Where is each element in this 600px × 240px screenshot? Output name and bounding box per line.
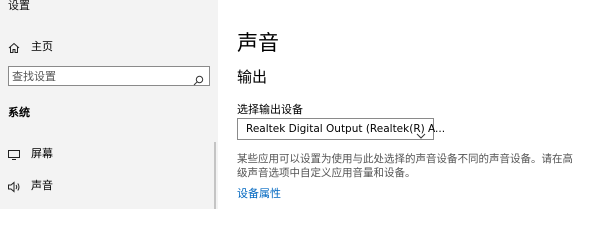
speaker-icon <box>7 178 21 193</box>
monitor-icon <box>7 146 21 160</box>
output-heading: 输出 <box>237 68 268 86</box>
sidebar: 设置 主页 查找设置 系统 屏幕 声音 <box>0 0 218 209</box>
sidebar-item-display[interactable]: 屏幕 <box>0 142 218 162</box>
sidebar-item-label: 屏幕 <box>31 147 53 160</box>
search-input[interactable]: 查找设置 <box>8 66 210 86</box>
page-title: 声音 <box>237 31 279 55</box>
search-placeholder: 查找设置 <box>12 70 56 83</box>
device-properties-link[interactable]: 设备属性 <box>237 185 281 201</box>
output-device-label: 选择输出设备 <box>237 103 303 116</box>
output-description: 某些应用可以设置为使用与此处选择的声音设备不同的声音设备。请在高级声音选项中自定… <box>237 153 573 179</box>
sidebar-scrollbar[interactable] <box>214 142 216 209</box>
search-icon[interactable] <box>193 71 204 86</box>
settings-window: 设置 主页 查找设置 系统 屏幕 声音 声音 输出 选择输出设备 Realtek… <box>0 0 600 209</box>
home-icon <box>8 39 20 53</box>
sidebar-item-sound[interactable]: 声音 <box>0 174 218 194</box>
chevron-down-icon <box>416 125 426 139</box>
section-label-system: 系统 <box>8 106 30 119</box>
main-content: 声音 输出 选择输出设备 Realtek Digital Output (Rea… <box>218 0 600 209</box>
sidebar-item-label: 声音 <box>31 179 53 192</box>
app-title: 设置 <box>8 0 30 12</box>
sidebar-item-label: 主页 <box>31 40 53 53</box>
output-device-dropdown[interactable]: Realtek Digital Output (Realtek(R) A... <box>237 118 445 140</box>
sidebar-item-home[interactable]: 主页 <box>0 36 218 56</box>
